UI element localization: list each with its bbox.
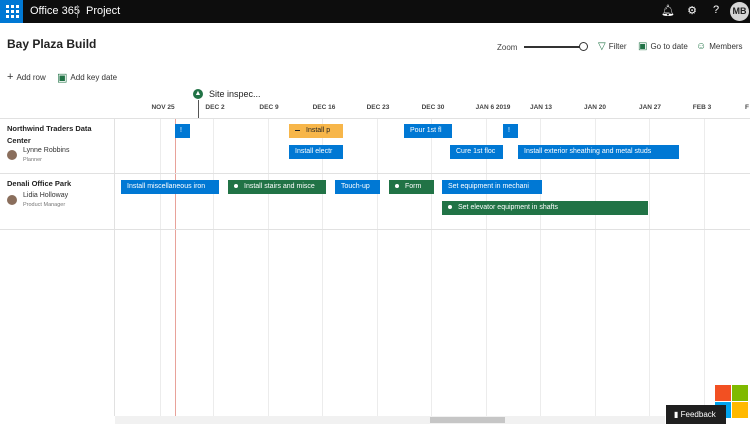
members-label: Members: [709, 42, 743, 51]
filter-label: Filter: [608, 42, 627, 51]
scrollbar-thumb[interactable]: [430, 417, 505, 423]
task-bar[interactable]: !: [503, 124, 518, 138]
grid-line: [704, 118, 705, 416]
timeline-date: JAN 20: [583, 104, 607, 111]
grid-line: [431, 118, 432, 416]
grid-line: [160, 118, 161, 416]
task-bar[interactable]: Install exterior sheathing and metal stu…: [518, 145, 679, 159]
add-key-date-label: Add key date: [70, 73, 118, 82]
plus-icon: +: [7, 71, 14, 83]
task-bar[interactable]: Cure 1st floc: [450, 145, 503, 159]
person-role: Planner: [23, 157, 42, 163]
timeline-date: FEB 3: [692, 104, 712, 111]
top-bar: Office 365 Project 🔔︎ ⚙︎ ? MB: [0, 0, 750, 23]
row-title[interactable]: Denali Office Park: [7, 178, 112, 190]
members-button[interactable]: ☺ Members: [696, 41, 743, 52]
user-avatar[interactable]: MB: [730, 2, 749, 21]
app-launcher-icon[interactable]: [0, 0, 23, 23]
timeline-date: DEC 2: [205, 104, 225, 111]
task-bar[interactable]: Install p: [289, 124, 343, 138]
timeline-date: DEC 16: [312, 104, 336, 111]
zoom-slider-thumb[interactable]: [579, 42, 588, 51]
timeline-date: NOV 25: [151, 104, 175, 111]
task-bar[interactable]: !: [175, 124, 190, 138]
milestone-label[interactable]: Site inspec...: [209, 89, 261, 99]
add-row-label: Add row: [16, 72, 46, 82]
row-separator: [0, 118, 750, 119]
timeline-date: JAN 6 2019: [475, 104, 511, 111]
task-bar[interactable]: Form: [389, 180, 434, 194]
go-to-date-label: Go to date: [650, 42, 688, 51]
task-bar[interactable]: Install stairs and misce: [228, 180, 326, 194]
plan-title: Bay Plaza Build: [7, 37, 97, 51]
avatar: [7, 150, 17, 160]
timeline-date: JAN 13: [529, 104, 553, 111]
title-divider: [77, 5, 78, 18]
filter-button[interactable]: ▽ Filter: [598, 41, 626, 52]
go-to-date-button[interactable]: ▣ Go to date: [638, 41, 688, 52]
milestone-marker-icon[interactable]: ▲: [193, 89, 203, 99]
person-role: Product Manager: [23, 202, 66, 208]
timeline-date: DEC 30: [421, 104, 445, 111]
calendar-icon: ▣: [638, 41, 648, 52]
timeline-date: DEC 9: [259, 104, 279, 111]
task-bar[interactable]: Touch-up: [335, 180, 380, 194]
row-separator: [0, 173, 750, 174]
grid-line: [649, 118, 650, 416]
add-row-button[interactable]: + Add row: [7, 71, 46, 83]
bell-icon[interactable]: 🔔︎: [661, 4, 675, 17]
gear-icon[interactable]: ⚙︎: [685, 4, 699, 17]
zoom-label: Zoom: [497, 43, 518, 52]
avatar: [7, 195, 17, 205]
person-name: Lynne Robbins: [23, 147, 70, 154]
grid-line: [377, 118, 378, 416]
feedback-label: Feedback: [680, 410, 716, 419]
task-bar[interactable]: Set elevator equipment in shafts: [442, 201, 648, 215]
members-icon: ☺: [696, 41, 707, 52]
filter-icon: ▽: [598, 41, 606, 52]
timeline-date: DEC 23: [366, 104, 390, 111]
task-bar[interactable]: Install electr: [289, 145, 343, 159]
calendar-add-icon: ▣: [57, 72, 68, 84]
task-bar[interactable]: Install miscellaneous iron: [121, 180, 219, 194]
grid-line: [595, 118, 596, 416]
help-icon[interactable]: ?: [709, 4, 723, 16]
task-bar[interactable]: Pour 1st fl: [404, 124, 452, 138]
grid-line: [268, 118, 269, 416]
feedback-icon: ▮: [674, 410, 679, 419]
timeline-dates: NOV 25 DEC 2 DEC 9 DEC 16 DEC 23 DEC 30 …: [115, 104, 750, 118]
today-line: [175, 118, 176, 416]
row-separator: [0, 229, 750, 230]
app-name[interactable]: Project: [86, 5, 120, 17]
zoom-slider[interactable]: [524, 46, 584, 48]
row-title[interactable]: Northwind Traders Data Center: [7, 123, 112, 147]
person-name: Lidia Holloway: [23, 192, 69, 199]
row-header-divider: [114, 118, 115, 416]
feedback-button[interactable]: ▮ Feedback: [666, 405, 726, 424]
grid-line: [213, 118, 214, 416]
timeline-date: F: [745, 104, 749, 111]
add-key-date-button[interactable]: ▣ Add key date: [57, 71, 117, 84]
grid-line: [322, 118, 323, 416]
suite-title[interactable]: Office 365: [30, 5, 80, 17]
horizontal-scrollbar[interactable]: [115, 416, 665, 424]
grid-line: [540, 118, 541, 416]
grid-line: [486, 118, 487, 416]
task-bar[interactable]: Set equipment in mechani: [442, 180, 542, 194]
timeline-date: JAN 27: [638, 104, 662, 111]
